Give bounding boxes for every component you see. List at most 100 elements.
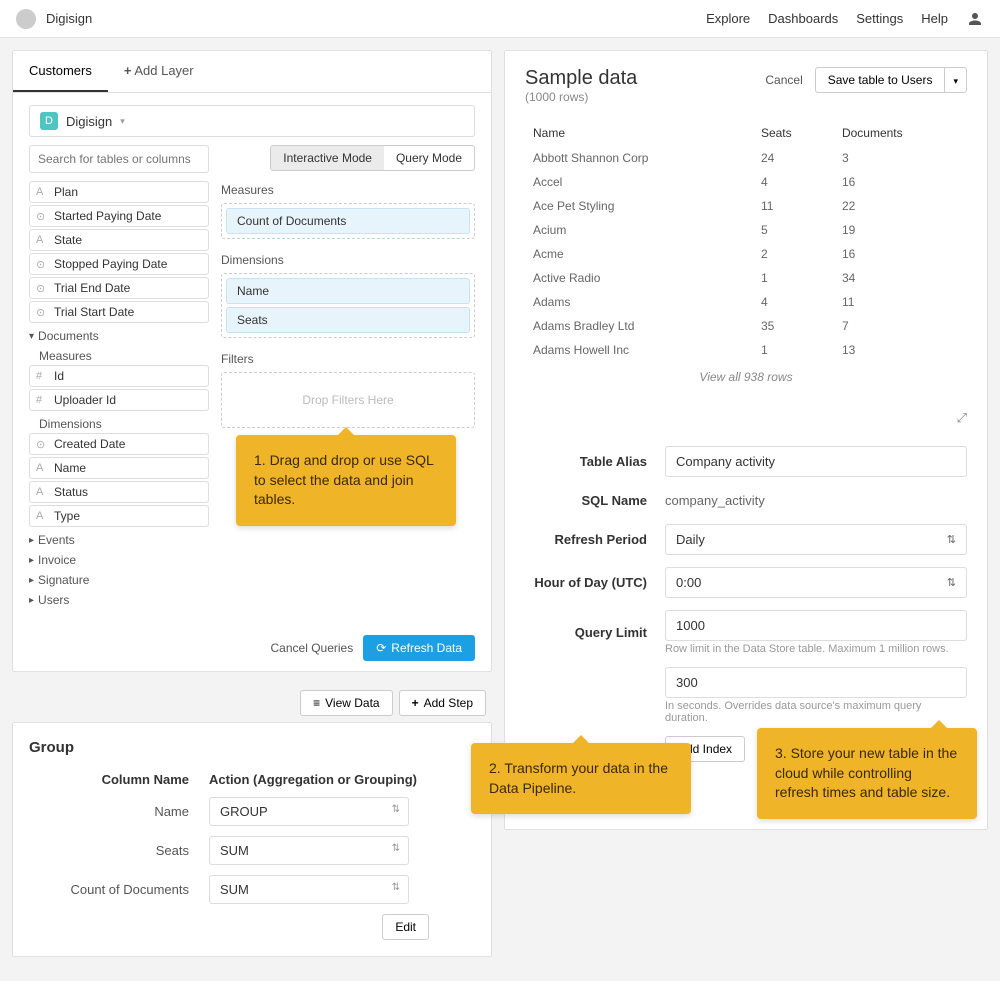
row-name-action[interactable]: GROUP bbox=[209, 797, 409, 826]
caret-down-icon bbox=[953, 73, 958, 87]
row-name-label: Name bbox=[29, 804, 209, 819]
tree-documents[interactable]: Documents bbox=[29, 325, 209, 345]
table-row: Adams411 bbox=[525, 290, 967, 314]
pipeline-toolbar: View Data Add Step bbox=[12, 684, 492, 722]
expand-icon[interactable]: ⤢ bbox=[957, 410, 967, 426]
refresh-icon bbox=[376, 641, 386, 655]
group-title: Group bbox=[29, 739, 475, 756]
dimension-chip-seats[interactable]: Seats bbox=[226, 307, 470, 333]
timeout-input[interactable]: 300 bbox=[665, 667, 967, 698]
field-name[interactable]: AName bbox=[29, 457, 209, 479]
plus-icon bbox=[124, 63, 132, 78]
sql-name-value: company_activity bbox=[665, 489, 967, 512]
view-all-rows[interactable]: View all 938 rows bbox=[525, 362, 967, 392]
filters-empty-text: Drop Filters Here bbox=[226, 377, 470, 423]
callout-1: 1. Drag and drop or use SQL to select th… bbox=[236, 435, 456, 526]
table-alias-input[interactable]: Company activity bbox=[665, 446, 967, 477]
measures-drop-zone[interactable]: Count of Documents bbox=[221, 203, 475, 239]
datasource-select[interactable]: D Digisign bbox=[29, 105, 475, 137]
measure-chip[interactable]: Count of Documents bbox=[226, 208, 470, 234]
table-row: Accel416 bbox=[525, 170, 967, 194]
hour-of-day-select[interactable]: 0:00 bbox=[665, 567, 967, 598]
nav-dashboards[interactable]: Dashboards bbox=[768, 11, 838, 26]
field-state[interactable]: AState bbox=[29, 229, 209, 251]
field-status[interactable]: AStatus bbox=[29, 481, 209, 503]
row-count-label: Count of Documents bbox=[29, 882, 209, 897]
tree-users[interactable]: Users bbox=[29, 589, 209, 609]
table-row: Ace Pet Styling1122 bbox=[525, 194, 967, 218]
sql-name-label: SQL Name bbox=[525, 493, 665, 508]
field-type[interactable]: AType bbox=[29, 505, 209, 527]
table-row: Adams Howell Inc113 bbox=[525, 338, 967, 362]
tree-signature[interactable]: Signature bbox=[29, 569, 209, 589]
col-documents: Documents bbox=[834, 120, 967, 146]
sample-table: Name Seats Documents Abbott Shannon Corp… bbox=[525, 120, 967, 362]
cancel-queries-button[interactable]: Cancel Queries bbox=[271, 641, 354, 655]
nav-help[interactable]: Help bbox=[921, 11, 948, 26]
datasource-label: Digisign bbox=[66, 114, 112, 129]
query-builder-panel: Customers Add Layer D Digisign APlan ⊙St… bbox=[12, 50, 492, 672]
table-row: Abbott Shannon Corp243 bbox=[525, 146, 967, 170]
view-data-button[interactable]: View Data bbox=[300, 690, 393, 716]
table-alias-label: Table Alias bbox=[525, 454, 665, 469]
field-trial-start-date[interactable]: ⊙Trial Start Date bbox=[29, 301, 209, 323]
topbar: Digisign Explore Dashboards Settings Hel… bbox=[0, 0, 1000, 38]
save-table-button[interactable]: Save table to Users bbox=[815, 67, 946, 93]
plus-icon bbox=[412, 696, 419, 710]
sample-data-panel: Sample data (1000 rows) Cancel Save tabl… bbox=[504, 50, 988, 830]
tree-dimensions-label: Dimensions bbox=[29, 413, 209, 433]
dimensions-drop-label: Dimensions bbox=[221, 253, 475, 267]
add-step-button[interactable]: Add Step bbox=[399, 690, 486, 716]
row-seats-action[interactable]: SUM bbox=[209, 836, 409, 865]
drop-area: Interactive Mode Query Mode Measures Cou… bbox=[221, 145, 475, 609]
query-limit-hint: Row limit in the Data Store table. Maxim… bbox=[665, 643, 967, 655]
field-id[interactable]: #Id bbox=[29, 365, 209, 387]
schema-tree: APlan ⊙Started Paying Date AState ⊙Stopp… bbox=[29, 145, 209, 609]
group-step-panel: Group Column Name Action (Aggregation or… bbox=[12, 722, 492, 957]
table-row: Acium519 bbox=[525, 218, 967, 242]
refresh-data-button[interactable]: Refresh Data bbox=[363, 635, 475, 661]
col-seats: Seats bbox=[753, 120, 834, 146]
field-started-paying-date[interactable]: ⊙Started Paying Date bbox=[29, 205, 209, 227]
measures-drop-label: Measures bbox=[221, 183, 475, 197]
field-trial-end-date[interactable]: ⊙Trial End Date bbox=[29, 277, 209, 299]
row-seats-label: Seats bbox=[29, 843, 209, 858]
field-stopped-paying-date[interactable]: ⊙Stopped Paying Date bbox=[29, 253, 209, 275]
nav-settings[interactable]: Settings bbox=[856, 11, 903, 26]
column-name-header: Column Name bbox=[29, 772, 209, 787]
nav-explore[interactable]: Explore bbox=[706, 11, 750, 26]
list-icon bbox=[313, 696, 320, 710]
col-name: Name bbox=[525, 120, 753, 146]
field-uploader-id[interactable]: #Uploader Id bbox=[29, 389, 209, 411]
filters-drop-zone[interactable]: Drop Filters Here bbox=[221, 372, 475, 428]
mode-toggle: Interactive Mode Query Mode bbox=[270, 145, 475, 171]
cancel-button[interactable]: Cancel bbox=[765, 73, 802, 87]
tree-events[interactable]: Events bbox=[29, 529, 209, 549]
tree-measures-label: Measures bbox=[29, 345, 209, 365]
callout-2: 2. Transform your data in the Data Pipel… bbox=[471, 743, 691, 814]
user-avatar-icon[interactable] bbox=[966, 10, 984, 28]
query-limit-input[interactable]: 1000 bbox=[665, 610, 967, 641]
brand-logo bbox=[16, 9, 36, 29]
dimensions-drop-zone[interactable]: Name Seats bbox=[221, 273, 475, 338]
table-row: Acme216 bbox=[525, 242, 967, 266]
refresh-period-select[interactable]: Daily bbox=[665, 524, 967, 555]
dimension-chip-name[interactable]: Name bbox=[226, 278, 470, 304]
save-table-dropdown[interactable] bbox=[945, 67, 967, 93]
tab-customers[interactable]: Customers bbox=[13, 51, 108, 92]
sample-title: Sample data bbox=[525, 67, 637, 90]
field-created-date[interactable]: ⊙Created Date bbox=[29, 433, 209, 455]
interactive-mode-button[interactable]: Interactive Mode bbox=[271, 146, 384, 170]
timeout-hint: In seconds. Overrides data source's maxi… bbox=[665, 700, 967, 724]
callout-3: 3. Store your new table in the cloud whi… bbox=[757, 728, 977, 819]
tree-invoice[interactable]: Invoice bbox=[29, 549, 209, 569]
search-input[interactable] bbox=[29, 145, 209, 173]
hour-of-day-label: Hour of Day (UTC) bbox=[525, 575, 665, 590]
add-layer-button[interactable]: Add Layer bbox=[108, 51, 210, 92]
field-plan[interactable]: APlan bbox=[29, 181, 209, 203]
row-count-action[interactable]: SUM bbox=[209, 875, 409, 904]
sample-subtitle: (1000 rows) bbox=[525, 90, 637, 104]
brand-name: Digisign bbox=[46, 11, 92, 26]
edit-button[interactable]: Edit bbox=[382, 914, 429, 940]
query-mode-button[interactable]: Query Mode bbox=[384, 146, 474, 170]
